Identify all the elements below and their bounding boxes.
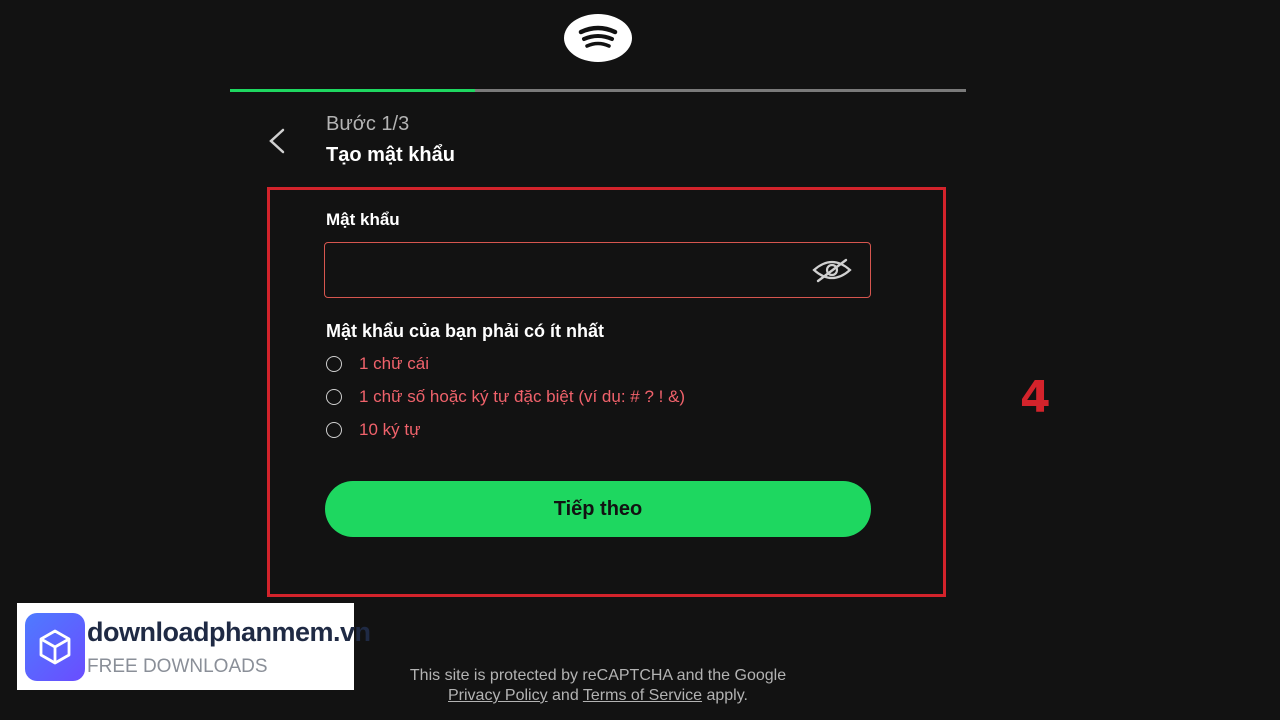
requirement-item: 10 ký tự: [326, 418, 420, 442]
watermark-banner: downloadphanmem.vn FREE DOWNLOADS: [17, 603, 371, 690]
requirement-label: 10 ký tự: [359, 420, 421, 439]
requirement-status-icon: [326, 356, 342, 372]
requirement-status-icon: [326, 422, 342, 438]
password-label: Mật khẩu: [326, 210, 400, 229]
recaptcha-text: This site is protected by reCAPTCHA and …: [409, 667, 787, 684]
password-input[interactable]: [337, 243, 801, 298]
step-counter: Bước 1/3: [326, 113, 410, 135]
chevron-left-icon: [269, 128, 285, 154]
watermark-subtitle: FREE DOWNLOADS: [87, 656, 268, 677]
requirement-label: 1 chữ cái: [359, 354, 429, 373]
step-progress-bar: [230, 89, 966, 92]
recaptcha-notice: This site is protected by reCAPTCHA and …: [340, 666, 856, 706]
eye-off-icon[interactable]: [810, 255, 854, 285]
step-annotation-number: 4: [1020, 372, 1051, 423]
footer-and-text: and: [552, 687, 579, 704]
footer-apply-text: apply.: [706, 687, 748, 704]
step-progress-fill: [230, 89, 476, 92]
spotify-logo-icon: [564, 14, 632, 62]
password-requirements-title: Mật khẩu của bạn phải có ít nhất: [326, 321, 605, 341]
requirement-status-icon: [326, 389, 342, 405]
back-button[interactable]: [262, 124, 292, 158]
package-box-icon: [25, 613, 85, 681]
requirement-item: 1 chữ số hoặc ký tự đặc biệt (ví dụ: # ?…: [326, 385, 685, 409]
requirement-label: 1 chữ số hoặc ký tự đặc biệt (ví dụ: # ?…: [359, 387, 686, 406]
privacy-policy-link[interactable]: Privacy Policy: [448, 687, 548, 704]
password-field: [324, 242, 871, 298]
watermark-title: downloadphanmem.vn: [87, 617, 371, 647]
terms-of-service-link[interactable]: Terms of Service: [583, 687, 702, 704]
next-button[interactable]: Tiếp theo: [325, 481, 871, 537]
requirement-item: 1 chữ cái: [326, 352, 429, 376]
step-title: Tạo mật khẩu: [326, 144, 455, 166]
